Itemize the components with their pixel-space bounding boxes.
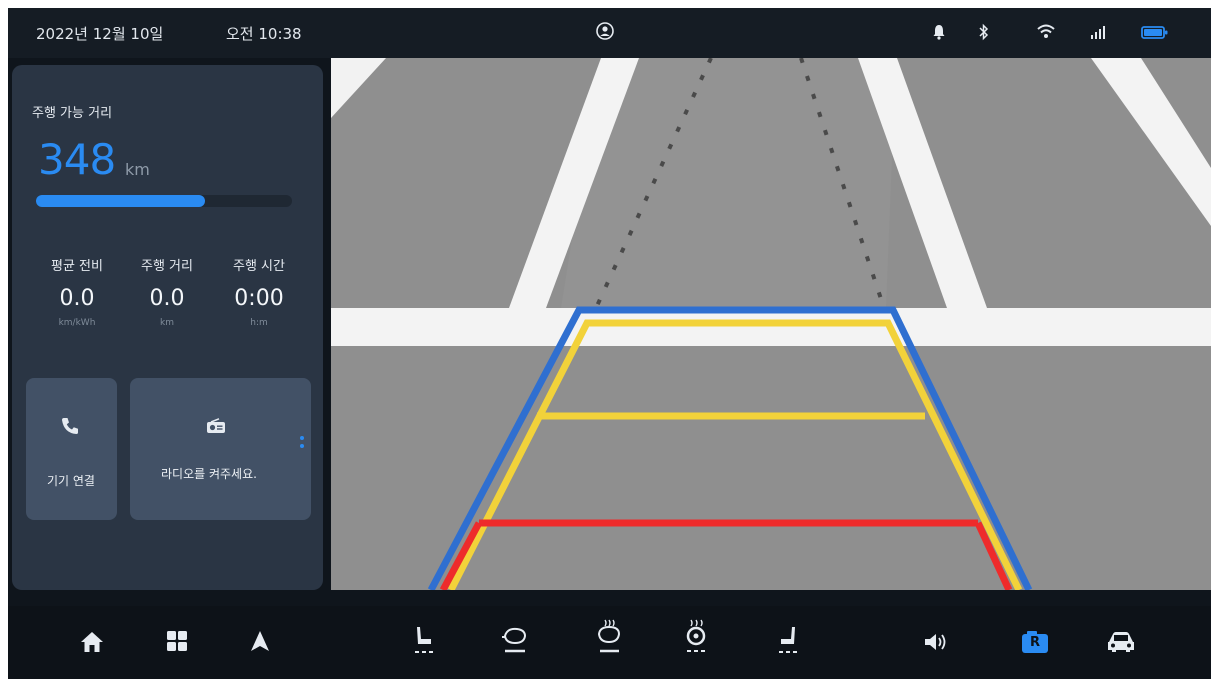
- radio-icon: [207, 418, 225, 433]
- rear-camera-label: R: [1030, 635, 1041, 650]
- wifi-icon[interactable]: [1036, 22, 1056, 42]
- mirror-heat-icon[interactable]: [501, 622, 529, 656]
- stat-unit: km: [160, 318, 174, 328]
- stat-label: 평균 전비: [51, 259, 103, 274]
- stat-label: 주행 거리: [141, 259, 193, 274]
- range-progress-fill: [36, 195, 205, 207]
- range-unit: km: [125, 160, 150, 179]
- rear-defrost-icon[interactable]: [593, 618, 625, 656]
- battery-icon: [1141, 26, 1168, 39]
- volume-icon[interactable]: [924, 632, 950, 652]
- infotainment-screen: 2022년 12월 10일 오전 10:38 주행 가능 거리 348 km 평…: [8, 8, 1211, 679]
- device-connect-tile[interactable]: 기기 연결: [26, 378, 117, 520]
- status-time: 오전 10:38: [226, 25, 302, 43]
- range-progress-bar: [36, 195, 292, 207]
- seat-heat-driver-icon[interactable]: [412, 624, 436, 656]
- navigation-arrow-icon[interactable]: [250, 630, 270, 652]
- page-dot[interactable]: [300, 444, 304, 448]
- page-indicator[interactable]: [300, 436, 304, 452]
- stat-unit: km/kWh: [58, 318, 96, 328]
- rear-camera-view: [331, 58, 1211, 590]
- stat-trip-time: 주행 시간 0:00 h:m: [214, 255, 304, 328]
- stat-unit: h:m: [250, 318, 268, 328]
- stat-label: 주행 시간: [233, 259, 285, 274]
- signal-icon[interactable]: [1090, 22, 1106, 42]
- bell-icon[interactable]: [932, 22, 946, 42]
- seat-heat-passenger-icon[interactable]: [776, 624, 800, 656]
- status-date: 2022년 12월 10일: [36, 25, 164, 43]
- phone-icon: [62, 418, 78, 434]
- status-bar: 2022년 12월 10일 오전 10:38: [8, 8, 1211, 58]
- stat-value: 0.0: [59, 286, 95, 311]
- range-value: 348: [38, 135, 116, 184]
- rear-camera-image: [331, 58, 1211, 590]
- stat-value: 0:00: [234, 286, 284, 311]
- apps-grid-icon[interactable]: [166, 630, 188, 652]
- bluetooth-icon[interactable]: [978, 22, 990, 42]
- car-icon[interactable]: [1106, 630, 1136, 654]
- bottom-nav-bar: R: [8, 606, 1211, 679]
- stat-avg-efficiency: 평균 전비 0.0 km/kWh: [32, 255, 122, 328]
- home-icon[interactable]: [80, 630, 104, 654]
- stat-trip-distance: 주행 거리 0.0 km: [122, 255, 212, 328]
- page-dot-active[interactable]: [300, 436, 304, 440]
- range-label: 주행 가능 거리: [32, 106, 113, 121]
- radio-tile[interactable]: 라디오를 켜주세요.: [130, 378, 311, 520]
- radio-label: 라디오를 켜주세요.: [161, 467, 257, 481]
- stat-value: 0.0: [149, 286, 185, 311]
- device-connect-label: 기기 연결: [47, 474, 95, 488]
- rear-camera-icon[interactable]: R: [1019, 630, 1051, 654]
- profile-icon[interactable]: [596, 22, 614, 40]
- steering-heat-icon[interactable]: [684, 618, 708, 656]
